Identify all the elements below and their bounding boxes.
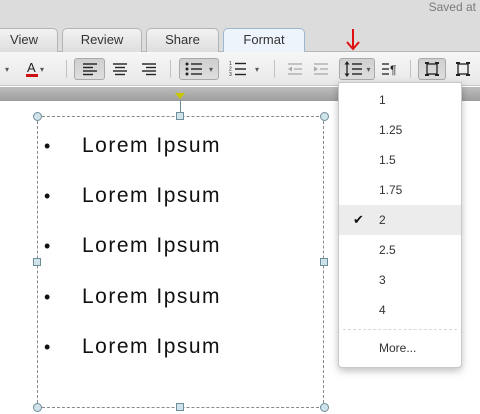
list-item[interactable]: • Lorem Ipsum	[44, 332, 221, 362]
line-spacing-option[interactable]: 1	[339, 85, 461, 115]
list-item[interactable]: • Lorem Ipsum	[44, 181, 221, 211]
tab-view[interactable]: View	[0, 28, 58, 52]
text-box-icon	[456, 62, 470, 76]
option-label: 1	[379, 93, 386, 107]
line-spacing-option-selected[interactable]: ✔ 2	[339, 205, 461, 235]
toolbar-caret[interactable]: ▾	[2, 58, 12, 80]
tab-format[interactable]: Format	[223, 28, 305, 53]
text-box-middle-button[interactable]	[450, 58, 476, 80]
svg-text:3: 3	[229, 72, 232, 77]
option-label: 1.75	[379, 183, 403, 197]
paragraph-mark-button[interactable]: ¶	[378, 58, 402, 80]
list-item-text: Lorem Ipsum	[82, 335, 222, 358]
resize-handle-left[interactable]	[33, 258, 41, 266]
toolbar-separator	[170, 60, 171, 78]
bullet-list-button[interactable]: ▾	[179, 58, 219, 80]
bullet-marker: •	[44, 135, 51, 156]
line-spacing-option[interactable]: 4	[339, 295, 461, 325]
option-label: 2	[379, 213, 386, 227]
annotation-arrow-icon	[346, 29, 360, 51]
decrease-indent-icon	[288, 63, 302, 75]
bullet-marker: •	[44, 185, 51, 206]
list-item[interactable]: • Lorem Ipsum	[44, 131, 221, 161]
align-center-button[interactable]	[107, 58, 133, 80]
line-spacing-option[interactable]: 3	[339, 265, 461, 295]
resize-handle-top-left[interactable]	[33, 112, 42, 121]
decrease-indent-button[interactable]	[284, 58, 306, 80]
more-line-spacing-option[interactable]: More...	[339, 333, 461, 363]
numbered-list-button[interactable]: 123 ▾	[225, 58, 263, 80]
svg-text:¶: ¶	[390, 63, 396, 76]
resize-handle-bottom-left[interactable]	[33, 403, 42, 412]
option-label: 1.25	[379, 123, 403, 137]
align-right-icon	[142, 63, 156, 76]
paragraph-mark-icon: ¶	[382, 63, 396, 76]
align-left-button[interactable]	[74, 58, 105, 80]
list-item[interactable]: • Lorem Ipsum	[44, 282, 221, 312]
bullet-list-caret[interactable]: ▾	[209, 65, 213, 74]
toolbar-separator	[410, 60, 411, 78]
increase-indent-icon	[314, 63, 328, 75]
line-spacing-button[interactable]: ▾	[339, 58, 375, 80]
bullet-marker: •	[44, 235, 51, 256]
toolbar-separator	[274, 60, 275, 78]
option-label: 4	[379, 303, 386, 317]
list-item-text: Lorem Ipsum	[82, 285, 222, 308]
option-label: 1.5	[379, 153, 396, 167]
resize-handle-bottom[interactable]	[176, 403, 184, 411]
font-color-icon: A ▾	[26, 60, 44, 77]
svg-text:▾: ▾	[40, 65, 44, 74]
resize-handle-top-right[interactable]	[320, 112, 329, 121]
option-label: 2.5	[379, 243, 396, 257]
tab-review[interactable]: Review	[62, 28, 142, 52]
increase-indent-button[interactable]	[310, 58, 332, 80]
list-item-text: Lorem Ipsum	[82, 184, 222, 207]
saved-status: Saved at	[428, 0, 476, 14]
svg-text:A: A	[27, 60, 36, 75]
bullet-list-icon	[185, 62, 202, 76]
title-bar: Saved at	[0, 0, 480, 26]
numbered-list-icon: 123	[229, 61, 246, 77]
line-spacing-option[interactable]: 1.75	[339, 175, 461, 205]
list-item-text: Lorem Ipsum	[82, 134, 222, 157]
line-spacing-menu: 1 1.25 1.5 1.75 ✔ 2 2.5 3 4 More...	[338, 82, 462, 368]
list-item[interactable]: • Lorem Ipsum	[44, 231, 221, 261]
line-spacing-option[interactable]: 1.25	[339, 115, 461, 145]
line-spacing-option[interactable]: 2.5	[339, 235, 461, 265]
bullet-marker: •	[44, 286, 51, 307]
bullet-marker: •	[44, 336, 51, 357]
text-box-icon	[425, 62, 439, 76]
checkmark-icon: ✔	[353, 212, 364, 227]
resize-handle-top[interactable]	[176, 112, 184, 120]
format-toolbar: ▾ A ▾ ▾ 123 ▾ ▾ ¶	[0, 52, 480, 86]
list-item-text: Lorem Ipsum	[82, 234, 222, 257]
align-left-icon	[82, 63, 97, 76]
toolbar-separator	[66, 60, 67, 78]
menu-divider	[343, 329, 457, 330]
text-box-top-button[interactable]	[418, 58, 446, 80]
align-right-button[interactable]	[136, 58, 162, 80]
line-spacing-icon	[344, 61, 363, 77]
align-center-icon	[113, 63, 127, 76]
indent-marker[interactable]	[175, 93, 185, 99]
tab-share[interactable]: Share	[146, 28, 219, 52]
tab-bar: View Review Share Format	[0, 26, 480, 53]
resize-handle-bottom-right[interactable]	[320, 403, 329, 412]
resize-handle-right[interactable]	[320, 258, 328, 266]
font-color-button[interactable]: A ▾	[18, 58, 50, 80]
line-spacing-option[interactable]: 1.5	[339, 145, 461, 175]
option-label: 3	[379, 273, 386, 287]
